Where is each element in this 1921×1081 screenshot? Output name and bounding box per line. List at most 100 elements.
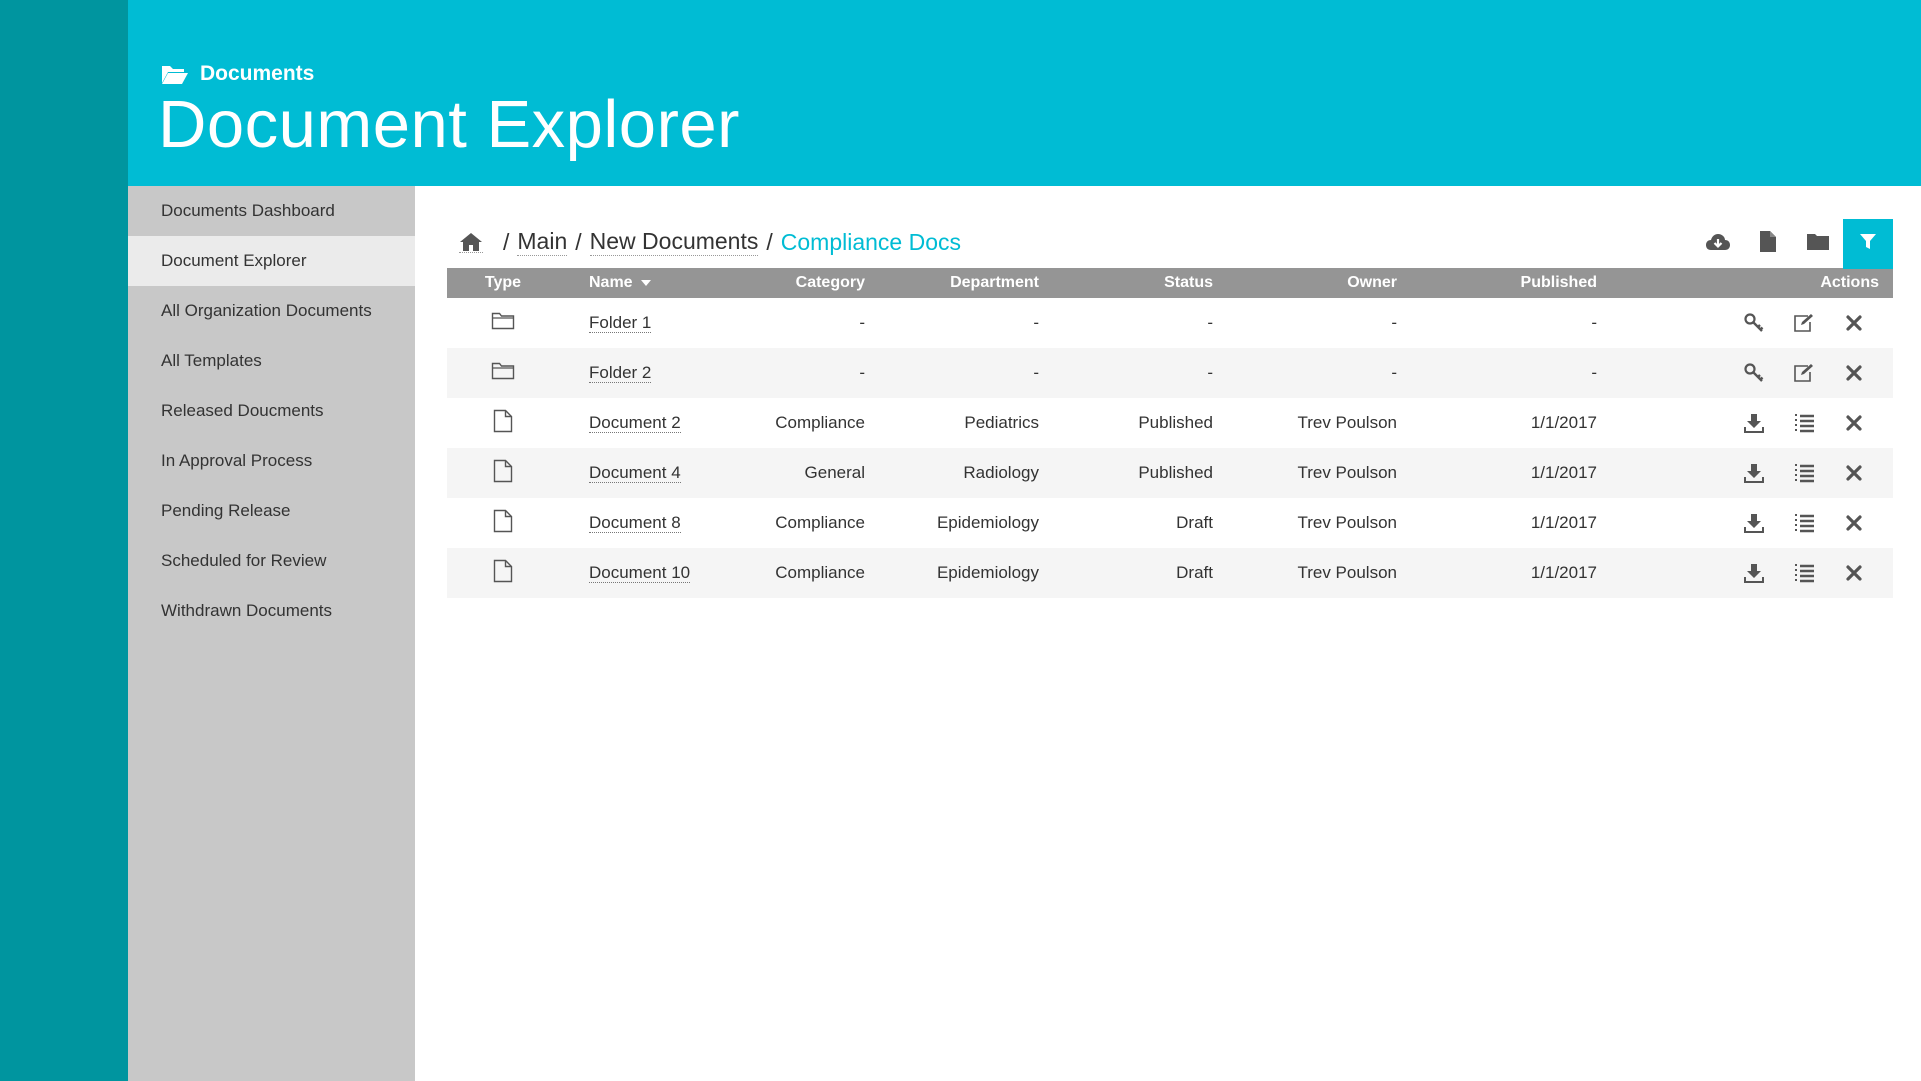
column-header-published[interactable]: Published (1397, 268, 1597, 298)
breadcrumb-current: Compliance Docs (780, 228, 962, 255)
details-button[interactable] (1779, 408, 1829, 438)
download-button[interactable] (1729, 408, 1779, 438)
details-button[interactable] (1779, 508, 1829, 538)
table-row[interactable]: Document 4 General Radiology Published Trev … (447, 448, 1893, 498)
category-cell: Compliance (775, 513, 865, 532)
item-name-link[interactable]: Document 8 (589, 513, 681, 533)
permissions-button[interactable] (1729, 358, 1779, 388)
new-folder-button[interactable] (1793, 219, 1843, 269)
cloud-download-icon (1705, 232, 1731, 257)
breadcrumb-separator: / (766, 228, 773, 255)
document-icon (493, 509, 513, 538)
category-cell: Compliance (775, 563, 865, 582)
breadcrumb-item-main[interactable]: Main (517, 228, 568, 256)
folder-open-icon (161, 63, 189, 85)
department-cell: Epidemiology (936, 513, 1039, 532)
sidebar-item-released-documents[interactable]: Released Doucments (128, 386, 415, 436)
status-cell: Published (1138, 413, 1213, 432)
details-button[interactable] (1779, 458, 1829, 488)
cloud-download-button[interactable] (1693, 219, 1743, 269)
type-cell (447, 398, 559, 448)
details-list-icon (1793, 463, 1815, 483)
owner-cell: Trev Poulson (1297, 463, 1397, 482)
details-list-icon (1793, 513, 1815, 533)
owner-cell: Trev Poulson (1297, 513, 1397, 532)
column-header-name[interactable]: Name (559, 268, 705, 298)
actions-cell (1597, 398, 1893, 448)
download-icon (1744, 513, 1764, 533)
details-list-icon (1793, 563, 1815, 583)
column-header-category[interactable]: Category (705, 268, 865, 298)
column-header-type[interactable]: Type (447, 268, 559, 298)
category-cell: - (859, 313, 865, 332)
published-cell: 1/1/2017 (1530, 563, 1597, 582)
permissions-button[interactable] (1729, 308, 1779, 338)
status-cell: Published (1138, 463, 1213, 482)
breadcrumb-separator: / (575, 228, 582, 255)
permissions-key-icon (1744, 313, 1764, 333)
row-actions (1729, 558, 1879, 588)
type-cell (447, 548, 559, 598)
actions-cell (1597, 448, 1893, 498)
department-cell: - (1033, 363, 1039, 382)
download-button[interactable] (1729, 508, 1779, 538)
item-name-link[interactable]: Document 2 (589, 413, 681, 433)
download-button[interactable] (1729, 558, 1779, 588)
edit-button[interactable] (1779, 308, 1829, 338)
filter-button[interactable] (1843, 219, 1893, 269)
department-cell: - (1033, 313, 1039, 332)
delete-icon (1846, 465, 1862, 481)
details-list-icon (1793, 413, 1815, 433)
download-icon (1744, 463, 1764, 483)
table-row[interactable]: Document 2 Compliance Pediatrics Published T… (447, 398, 1893, 448)
row-actions (1729, 358, 1879, 388)
table-row[interactable]: Folder 1 - - - - - (447, 298, 1893, 348)
toolbar-buttons (1693, 219, 1893, 269)
department-cell: Pediatrics (964, 413, 1039, 432)
published-cell: 1/1/2017 (1530, 413, 1597, 432)
page-header: Documents Document Explorer (128, 0, 1921, 186)
delete-button[interactable] (1829, 508, 1879, 538)
folder-icon (491, 311, 515, 335)
table-row[interactable]: Folder 2 - - - - - (447, 348, 1893, 398)
category-cell: - (859, 363, 865, 382)
department-cell: Epidemiology (936, 563, 1039, 582)
table-row[interactable]: Document 8 Compliance Epidemiology Draft Tre… (447, 498, 1893, 548)
item-name-link[interactable]: Folder 1 (589, 313, 652, 333)
item-name-link[interactable]: Document 4 (589, 463, 681, 483)
column-header-status[interactable]: Status (1039, 268, 1213, 298)
permissions-key-icon (1744, 363, 1764, 383)
delete-button[interactable] (1829, 408, 1879, 438)
item-name-link[interactable]: Folder 2 (589, 363, 652, 383)
breadcrumb: / Main / New Documents / Compliance Docs (459, 228, 961, 256)
sidebar-item-pending-release[interactable]: Pending Release (128, 486, 415, 536)
table-row[interactable]: Document 10 Compliance Epidemiology Draft Tr… (447, 548, 1893, 598)
sidebar-item-in-approval-process[interactable]: In Approval Process (128, 436, 415, 486)
details-button[interactable] (1779, 558, 1829, 588)
sidebar-item-withdrawn-documents[interactable]: Withdrawn Documents (128, 586, 415, 636)
sidebar-item-document-explorer[interactable]: Document Explorer (128, 236, 415, 286)
sidebar-item-documents-dashboard[interactable]: Documents Dashboard (128, 186, 415, 236)
sidebar-item-scheduled-for-review[interactable]: Scheduled for Review (128, 536, 415, 586)
delete-icon (1846, 415, 1862, 431)
delete-button[interactable] (1829, 458, 1879, 488)
status-cell: - (1207, 313, 1213, 332)
new-folder-icon (1806, 232, 1830, 256)
column-header-department[interactable]: Department (865, 268, 1039, 298)
name-cell: Document 2 (559, 398, 705, 448)
column-header-owner[interactable]: Owner (1213, 268, 1397, 298)
type-cell (447, 448, 559, 498)
item-name-link[interactable]: Document 10 (589, 563, 691, 583)
edit-button[interactable] (1779, 358, 1829, 388)
sidebar-item-all-templates[interactable]: All Templates (128, 336, 415, 386)
sidebar-item-all-organization-documents[interactable]: All Organization Documents (128, 286, 415, 336)
download-button[interactable] (1729, 458, 1779, 488)
delete-button[interactable] (1829, 558, 1879, 588)
delete-button[interactable] (1829, 358, 1879, 388)
new-document-button[interactable] (1743, 219, 1793, 269)
home-icon[interactable] (459, 231, 483, 253)
breadcrumb-item-new-documents[interactable]: New Documents (589, 228, 759, 256)
owner-cell: Trev Poulson (1297, 413, 1397, 432)
delete-button[interactable] (1829, 308, 1879, 338)
document-icon (493, 409, 513, 438)
